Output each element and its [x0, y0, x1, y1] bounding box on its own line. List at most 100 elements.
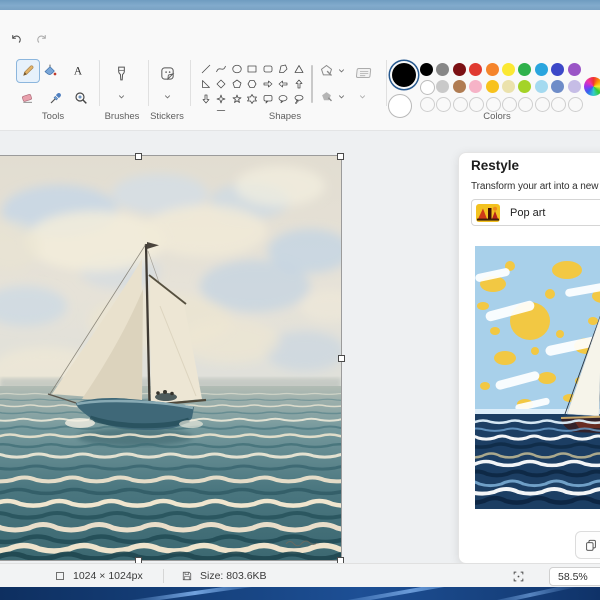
palette-color-#a4d327[interactable]: [518, 80, 531, 93]
stickers-group-label: Stickers: [142, 111, 192, 122]
shape-fill-icon: [319, 89, 334, 104]
foreground-color-swatch[interactable]: [392, 63, 416, 87]
palette-color-#878787[interactable]: [436, 63, 449, 76]
palette-color-#f8c21d[interactable]: [486, 80, 499, 93]
shape-callout[interactable]: [214, 106, 229, 111]
shape-outline-chevron[interactable]: [335, 64, 348, 76]
palette-empty-slot[interactable]: [535, 97, 550, 112]
shapes-group-label: Shapes: [255, 111, 315, 122]
tools-group-label: Tools: [18, 111, 88, 122]
shapes-scrollbar[interactable]: [311, 65, 313, 103]
stickers-dropdown-chevron[interactable]: [159, 90, 175, 102]
shape-star-four[interactable]: [214, 91, 229, 106]
shape-star-five[interactable]: [229, 91, 244, 106]
pentagon-icon: [231, 78, 243, 90]
curve-icon: [215, 63, 227, 75]
shape-rounded-rectangle[interactable]: [260, 61, 275, 76]
shape-polygon[interactable]: [276, 61, 291, 76]
shape-ellipse[interactable]: [229, 61, 244, 76]
palette-color-#2fb14b[interactable]: [518, 63, 531, 76]
palette-color-#ebe2ac[interactable]: [502, 80, 515, 93]
chevron-down-icon: [357, 91, 368, 102]
status-bar: 1024 × 1024px Size: 803.6KB 58.5%: [0, 563, 600, 588]
restyled-preview-image[interactable]: [475, 246, 600, 509]
canvas-image[interactable]: [0, 156, 341, 560]
palette-color-#f6b3c7[interactable]: [469, 80, 482, 93]
picker-tool-button[interactable]: [45, 87, 67, 109]
edit-colors-button[interactable]: [584, 77, 600, 96]
brushes-dropdown-chevron[interactable]: [113, 90, 129, 102]
palette-empty-slot[interactable]: [518, 97, 533, 112]
shape-star-six[interactable]: [245, 91, 260, 106]
desktop-wallpaper-bottom: [0, 587, 600, 600]
palette-color-#9a55c6[interactable]: [568, 63, 581, 76]
shape-curve[interactable]: [214, 61, 229, 76]
magnifier-tool-button[interactable]: [70, 87, 92, 109]
palette-color-#7c1114[interactable]: [453, 63, 466, 76]
shape-arrow-up[interactable]: [291, 76, 306, 91]
palette-color-#a4daf0[interactable]: [535, 80, 548, 93]
shape-arc[interactable]: [198, 106, 213, 111]
shape-line[interactable]: [198, 61, 213, 76]
palette-empty-slot[interactable]: [486, 97, 501, 112]
zoom-level-dropdown[interactable]: 58.5%: [549, 567, 600, 586]
shape-fill-chevron[interactable]: [335, 90, 348, 102]
stickers-button[interactable]: [156, 62, 178, 84]
shape-arrow-right[interactable]: [260, 76, 275, 91]
file-size-status: Size: 803.6KB: [181, 564, 267, 588]
divider: [190, 60, 191, 106]
undo-button[interactable]: [6, 29, 26, 49]
shape-right-triangle[interactable]: [198, 76, 213, 91]
paint-window: Tools Brushes Stickers: [0, 10, 600, 587]
fill-tool-button[interactable]: [39, 60, 61, 82]
shape-hexagon[interactable]: [245, 76, 260, 91]
palette-color-#c9c9c9[interactable]: [436, 80, 449, 93]
palette-empty-slot[interactable]: [420, 97, 435, 112]
shape-speech-rounded[interactable]: [260, 91, 275, 106]
callout-icon: [215, 108, 227, 112]
palette-color-#f5842b[interactable]: [486, 63, 499, 76]
shape-outline-dropdown[interactable]: [317, 61, 335, 79]
palette-color-#fbe833[interactable]: [502, 63, 515, 76]
shape-rectangle[interactable]: [245, 61, 260, 76]
shape-arrow-down[interactable]: [198, 91, 213, 106]
palette-color-#6e8cc8[interactable]: [551, 80, 564, 93]
palette-color-#2aa5de[interactable]: [535, 63, 548, 76]
palette-color-#3c48c8[interactable]: [551, 63, 564, 76]
shape-style-chevron[interactable]: [356, 90, 369, 102]
palette-color-#e03a31[interactable]: [469, 63, 482, 76]
shape-arrow-left[interactable]: [276, 76, 291, 91]
shape-diamond[interactable]: [214, 76, 229, 91]
copy-result-button[interactable]: [575, 531, 600, 559]
pencil-tool-button[interactable]: [16, 59, 40, 83]
redo-button[interactable]: [31, 29, 51, 49]
fit-to-screen-button[interactable]: [512, 564, 525, 588]
brushes-group-label: Brushes: [97, 111, 147, 122]
palette-empty-slot[interactable]: [436, 97, 451, 112]
eraser-icon: [20, 90, 36, 106]
background-color-swatch[interactable]: [388, 94, 412, 118]
divider: [148, 60, 149, 106]
palette-color-#b07c52[interactable]: [453, 80, 466, 93]
palette-color-#000000[interactable]: [420, 63, 433, 76]
eraser-tool-button[interactable]: [17, 87, 39, 109]
shape-thought-bubble[interactable]: [291, 91, 306, 106]
palette-empty-slot[interactable]: [551, 97, 566, 112]
style-selector-dropdown[interactable]: Pop art: [471, 199, 600, 226]
palette-empty-slot[interactable]: [469, 97, 484, 112]
palette-empty-slot[interactable]: [453, 97, 468, 112]
palette-color-#ffffff[interactable]: [420, 80, 435, 95]
selection-handle-right-middle[interactable]: [338, 355, 345, 362]
selection-handle-top-right[interactable]: [337, 153, 344, 160]
rounded-rectangle-icon: [262, 63, 274, 75]
brushes-button[interactable]: [110, 62, 132, 84]
palette-empty-slot[interactable]: [568, 97, 583, 112]
shape-triangle[interactable]: [291, 61, 306, 76]
palette-empty-slot[interactable]: [502, 97, 517, 112]
shape-fill-dropdown[interactable]: [317, 87, 335, 105]
selection-handle-top-center[interactable]: [135, 153, 142, 160]
shape-speech-oval[interactable]: [276, 91, 291, 106]
shape-pentagon[interactable]: [229, 76, 244, 91]
text-tool-button[interactable]: A: [67, 60, 89, 82]
palette-color-#c6bde6[interactable]: [568, 80, 581, 93]
